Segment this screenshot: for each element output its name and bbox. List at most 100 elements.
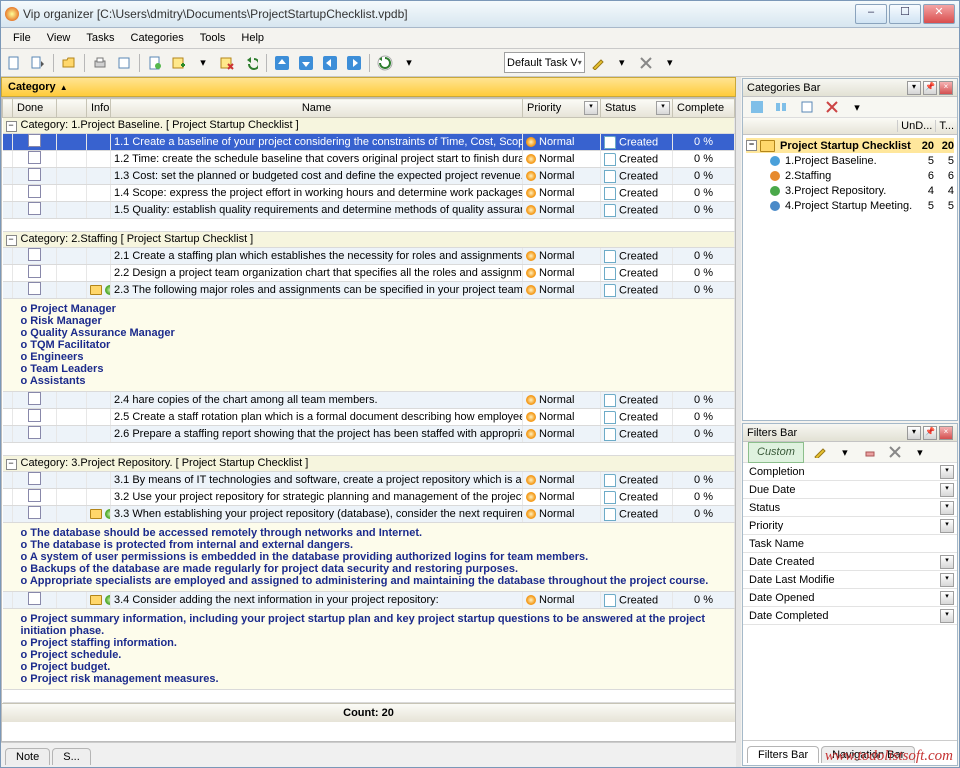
category-row[interactable]: −Category: 2.Staffing [ Project Startup …: [3, 232, 735, 248]
done-checkbox[interactable]: [28, 426, 41, 439]
category-item[interactable]: 4.Project Startup Meeting.55: [746, 198, 954, 213]
minimize-button[interactable]: –: [855, 4, 887, 24]
delete-view-icon[interactable]: [635, 52, 657, 74]
task-row[interactable]: 3.3 When establishing your project repos…: [3, 506, 735, 523]
export-icon[interactable]: [113, 52, 135, 74]
filter-field[interactable]: Task Name: [743, 535, 957, 553]
filter-clear-icon[interactable]: [884, 441, 906, 463]
blue-down-icon[interactable]: [295, 52, 317, 74]
task-row[interactable]: 2.1 Create a staffing plan which establi…: [3, 248, 735, 265]
undo-icon[interactable]: [240, 52, 262, 74]
filter-field[interactable]: Date Opened▾: [743, 589, 957, 607]
doc-green-icon[interactable]: [144, 52, 166, 74]
blue-left-icon[interactable]: [319, 52, 341, 74]
view-dropdown-icon[interactable]: ▾: [659, 52, 681, 74]
done-checkbox[interactable]: [28, 409, 41, 422]
dropdown-icon[interactable]: ▾: [940, 483, 954, 497]
filter-wand-icon[interactable]: [809, 441, 831, 463]
col-done[interactable]: Done: [13, 99, 57, 118]
dropdown-icon[interactable]: ▾: [940, 465, 954, 479]
menu-tools[interactable]: Tools: [192, 29, 234, 47]
filter-field[interactable]: Due Date▾: [743, 481, 957, 499]
category-row[interactable]: −Category: 1.Project Baseline. [ Project…: [3, 118, 735, 134]
task-remove-icon[interactable]: [216, 52, 238, 74]
maximize-button[interactable]: ☐: [889, 4, 921, 24]
wand-dropdown-icon[interactable]: ▾: [611, 52, 633, 74]
refresh-dropdown-icon[interactable]: ▾: [398, 52, 420, 74]
panel-menu-icon[interactable]: ▾: [907, 81, 921, 95]
cat-delete-icon[interactable]: [821, 96, 843, 118]
done-checkbox[interactable]: [28, 392, 41, 405]
refresh-icon[interactable]: [374, 52, 396, 74]
filter-wand-dropdown[interactable]: ▾: [834, 441, 856, 463]
col-status[interactable]: Status▾: [601, 99, 673, 118]
col-expand[interactable]: [3, 99, 13, 118]
new-dropdown-icon[interactable]: [27, 52, 49, 74]
blue-up-icon[interactable]: [271, 52, 293, 74]
done-checkbox[interactable]: [28, 134, 41, 147]
menu-categories[interactable]: Categories: [123, 29, 192, 47]
done-checkbox[interactable]: [28, 489, 41, 502]
filter-dropdown-icon[interactable]: ▾: [909, 441, 931, 463]
done-checkbox[interactable]: [28, 202, 41, 215]
col-complete[interactable]: Complete: [673, 99, 735, 118]
cat-props-icon[interactable]: [796, 96, 818, 118]
filter-mode-button[interactable]: Custom: [748, 442, 804, 463]
tab-note[interactable]: Note: [5, 748, 50, 765]
done-checkbox[interactable]: [28, 472, 41, 485]
filter-field[interactable]: Priority▾: [743, 517, 957, 535]
print-icon[interactable]: [89, 52, 111, 74]
task-row[interactable]: 1.1 Create a baseline of your project co…: [3, 134, 735, 151]
menu-file[interactable]: File: [5, 29, 39, 47]
menu-tasks[interactable]: Tasks: [78, 29, 122, 47]
filter-field[interactable]: Date Completed▾: [743, 607, 957, 625]
blue-right-icon[interactable]: [343, 52, 365, 74]
menu-view[interactable]: View: [39, 29, 79, 47]
col-priority[interactable]: Priority▾: [523, 99, 601, 118]
col-name[interactable]: Name: [111, 99, 523, 118]
task-row[interactable]: 2.2 Design a project team organization c…: [3, 265, 735, 282]
filter-field[interactable]: Status▾: [743, 499, 957, 517]
tab-filters-bar[interactable]: Filters Bar: [747, 746, 819, 763]
cat-add-icon[interactable]: [746, 96, 768, 118]
done-checkbox[interactable]: [28, 185, 41, 198]
tab-more[interactable]: S...: [52, 748, 91, 765]
dropdown-icon[interactable]: ▾: [940, 609, 954, 623]
category-item[interactable]: 3.Project Repository.44: [746, 183, 954, 198]
dropdown-icon[interactable]: ▾: [940, 573, 954, 587]
category-item[interactable]: 1.Project Baseline.55: [746, 153, 954, 168]
task-row[interactable]: 3.2 Use your project repository for stra…: [3, 489, 735, 506]
task-row[interactable]: 1.2 Time: create the schedule baseline t…: [3, 151, 735, 168]
filter-field[interactable]: Date Created▾: [743, 553, 957, 571]
wand-icon[interactable]: [587, 52, 609, 74]
task-add-icon[interactable]: [168, 52, 190, 74]
task-row[interactable]: 3.1 By means of IT technologies and soft…: [3, 472, 735, 489]
task-row[interactable]: 2.3 The following major roles and assign…: [3, 282, 735, 299]
task-row[interactable]: 2.6 Prepare a staffing report showing th…: [3, 426, 735, 443]
panel-pin-icon[interactable]: 📌: [923, 426, 937, 440]
col-flag[interactable]: [57, 99, 87, 118]
filter-dropdown-icon[interactable]: ▾: [656, 101, 670, 115]
col-info[interactable]: Info: [87, 99, 111, 118]
dropdown-icon[interactable]: ▾: [940, 555, 954, 569]
panel-close-icon[interactable]: ×: [939, 81, 953, 95]
done-checkbox[interactable]: [28, 168, 41, 181]
filter-field[interactable]: Date Last Modifie▾: [743, 571, 957, 589]
dropdown-icon[interactable]: ▾: [940, 501, 954, 515]
dropdown-icon[interactable]: ▾: [940, 591, 954, 605]
cat-indent-icon[interactable]: [771, 96, 793, 118]
done-checkbox[interactable]: [28, 506, 41, 519]
open-icon[interactable]: [58, 52, 80, 74]
cat-dropdown-icon[interactable]: ▾: [846, 96, 868, 118]
done-checkbox[interactable]: [28, 248, 41, 261]
task-row[interactable]: 1.5 Quality: establish quality requireme…: [3, 202, 735, 219]
panel-pin-icon[interactable]: 📌: [923, 81, 937, 95]
expand-icon[interactable]: −: [746, 140, 757, 151]
filter-dropdown-icon[interactable]: ▾: [584, 101, 598, 115]
panel-close-icon[interactable]: ×: [939, 426, 953, 440]
task-dropdown-icon[interactable]: ▾: [192, 52, 214, 74]
dropdown-icon[interactable]: ▾: [940, 519, 954, 533]
category-item[interactable]: 2.Staffing66: [746, 168, 954, 183]
done-checkbox[interactable]: [28, 265, 41, 278]
menu-help[interactable]: Help: [233, 29, 272, 47]
